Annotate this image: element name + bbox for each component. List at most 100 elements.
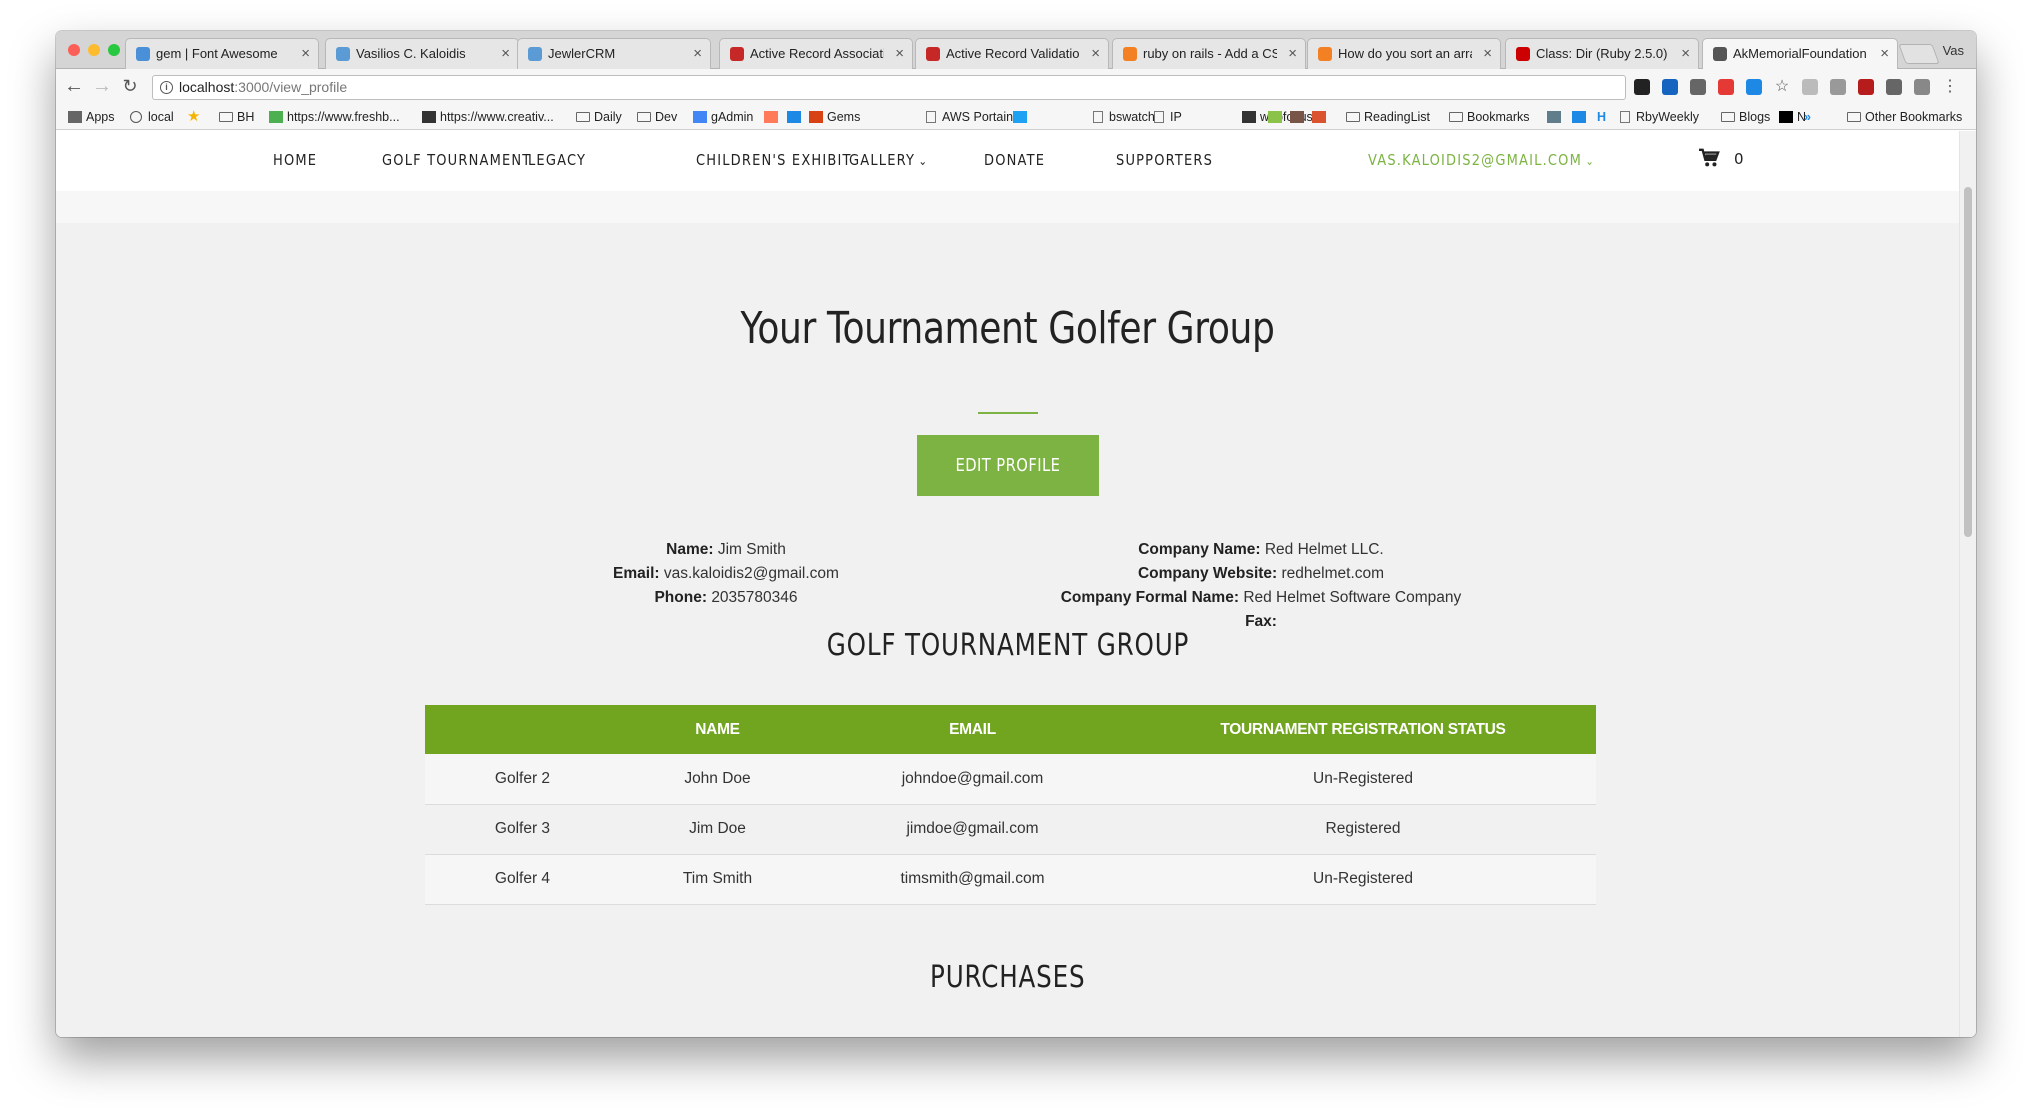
page-header-band [56,191,1959,223]
bookmark-item[interactable]: gAdmin [693,110,753,125]
bookmark-item[interactable]: local [130,110,174,125]
folder-icon [1847,112,1861,122]
back-arrow-icon[interactable]: ← [62,75,86,97]
address-bar[interactable]: i localhost:3000/view_profile [152,75,1626,100]
nav-item[interactable]: VAS.KALOIDIS2@GMAIL.COM ⌄ [1368,151,1595,169]
bookmark-item[interactable]: https://www.freshb... [269,110,400,125]
bookmark-star-icon[interactable]: ☆ [1774,79,1790,95]
tab-favicon-icon [336,47,350,61]
bookmark-item[interactable]: RbyWeekly [1618,110,1699,125]
reply-ext-icon[interactable] [1886,79,1902,95]
ext3-icon [1547,111,1561,123]
profile-name[interactable]: Vas [1943,43,1964,58]
ext-icon[interactable] [1802,79,1818,95]
folder-icon [1721,112,1735,122]
tab-close-icon[interactable]: × [1288,39,1297,69]
nav-item[interactable]: DONATE [984,151,1045,169]
opera-ext-icon[interactable] [1718,79,1734,95]
site-info-icon[interactable]: i [160,81,173,94]
nav-item-label: SUPPORTERS [1116,151,1214,169]
table-header [425,705,620,754]
bookmark-label: Gems [827,110,861,124]
bookmark-item[interactable]: Other Bookmarks [1847,110,1962,125]
bookmark-item[interactable]: Dev [637,110,677,125]
cart-count[interactable]: 0 [1734,150,1744,168]
tab-close-icon[interactable]: × [693,39,702,69]
bookmark-item[interactable]: N [1779,110,1806,125]
browser-tab[interactable]: Class: Dir (Ruby 2.5.0) × [1505,38,1699,69]
nav-item[interactable]: HOME [273,151,317,169]
tab-close-icon[interactable]: × [1681,39,1690,69]
browser-tab[interactable]: ruby on rails - Add a CSS × [1112,38,1306,69]
table-cell: timsmith@gmail.com [815,854,1130,905]
browser-toolbar: ← → ↻ i localhost:3000/view_profile ☆ ⋮ [56,69,1976,105]
edit-profile-button[interactable]: EDIT PROFILE [917,435,1099,496]
table-cell: Tim Smith [620,854,815,905]
title-divider [978,412,1038,414]
reload-icon[interactable]: ↻ [118,75,142,97]
table-row: Golfer 4 Tim Smith timsmith@gmail.com Un-Re… [425,854,1596,905]
close-window-button[interactable] [68,44,80,56]
bookmark-item[interactable]: bswatch [1091,110,1155,125]
table-header: NAME [620,705,815,754]
maximize-window-button[interactable] [108,44,120,56]
browser-tab[interactable]: gem | Font Awesome × [125,38,319,69]
forward-arrow-icon[interactable]: → [90,75,114,97]
check-icon [1242,111,1256,123]
browser-tab[interactable]: Active Record Validation × [915,38,1109,69]
browser-tab[interactable]: JewlerCRM × [517,38,711,69]
jetbrains-ext-icon[interactable] [1634,79,1650,95]
bookmark-item[interactable]: Daily [576,110,622,125]
tab-close-icon[interactable]: × [301,39,310,69]
nav-item[interactable]: GALLERY ⌄ [849,151,928,169]
tab-close-icon[interactable]: × [501,39,510,69]
menu-dots-icon[interactable]: ⋮ [1942,79,1958,95]
table-cell: jimdoe@gmail.com [815,804,1130,855]
ext-icon[interactable] [1914,79,1930,95]
shopping-cart-icon[interactable] [1698,148,1720,168]
bookmark-item[interactable]: BH [219,110,254,125]
tab-title: AkMemorialFoundation [1733,46,1867,61]
nav-item[interactable]: LEGACY [528,151,586,169]
site-navbar: HOME GOLF TOURNAMENT LEGACY CHILDREN'S EXHI… [56,131,1959,191]
bookmark-item[interactable]: » [1804,110,1811,125]
tab-title: Active Record Associatio [750,46,884,61]
tab-close-icon[interactable]: × [1091,39,1100,69]
page-icon [1154,111,1164,123]
minimize-window-button[interactable] [88,44,100,56]
nav-item[interactable]: SUPPORTERS [1116,151,1213,169]
vue-ext-icon[interactable] [1662,79,1678,95]
bookmark-item[interactable]: Apps [68,110,115,125]
bookmark-item[interactable]: https://www.creativ... [422,110,554,125]
scrollbar-thumb[interactable] [1964,187,1972,537]
calendar-ext-icon[interactable] [1858,79,1874,95]
bookmark-item[interactable]: Bookmarks [1449,110,1530,125]
bookmark-item[interactable]: ReadingList [1346,110,1430,125]
nav-item-label: GALLERY [849,151,916,169]
browser-tab[interactable]: Active Record Associatio × [719,38,913,69]
profile-field-value: redhelmet.com [1281,565,1385,582]
tab-close-icon[interactable]: × [1483,39,1492,69]
folder-icon [1449,112,1463,122]
bookmark-label: local [148,110,174,124]
bookmark-item[interactable]: H [1597,110,1606,125]
tab-close-icon[interactable]: × [895,39,904,69]
ext-icon[interactable] [1830,79,1846,95]
browser-tab[interactable]: AkMemorialFoundation × [1702,38,1898,70]
bookmark-item[interactable]: AWS Portainer [924,110,1024,125]
nav-item[interactable]: CHILDREN'S EXHIBIT [696,151,852,169]
nav-item[interactable]: GOLF TOURNAMENT [382,151,531,169]
new-tab-button[interactable] [1898,44,1940,64]
ext-icon[interactable] [1690,79,1706,95]
browser-tab[interactable]: Vasilios C. Kaloidis × [325,38,519,69]
bookmark-item[interactable]: Blogs [1721,110,1770,125]
bookmark-item[interactable]: IP [1152,110,1182,125]
bookmark-label: ReadingList [1364,110,1431,124]
page-scrollbar[interactable] [1959,131,1976,1037]
tab-close-icon[interactable]: × [1880,39,1889,69]
table-cell: johndoe@gmail.com [815,754,1130,805]
browser-tab[interactable]: How do you sort an array × [1307,38,1501,69]
bookmark-item[interactable]: Gems [809,110,860,125]
url-host: localhost [179,79,235,95]
notify-ext-icon[interactable] [1746,79,1762,95]
